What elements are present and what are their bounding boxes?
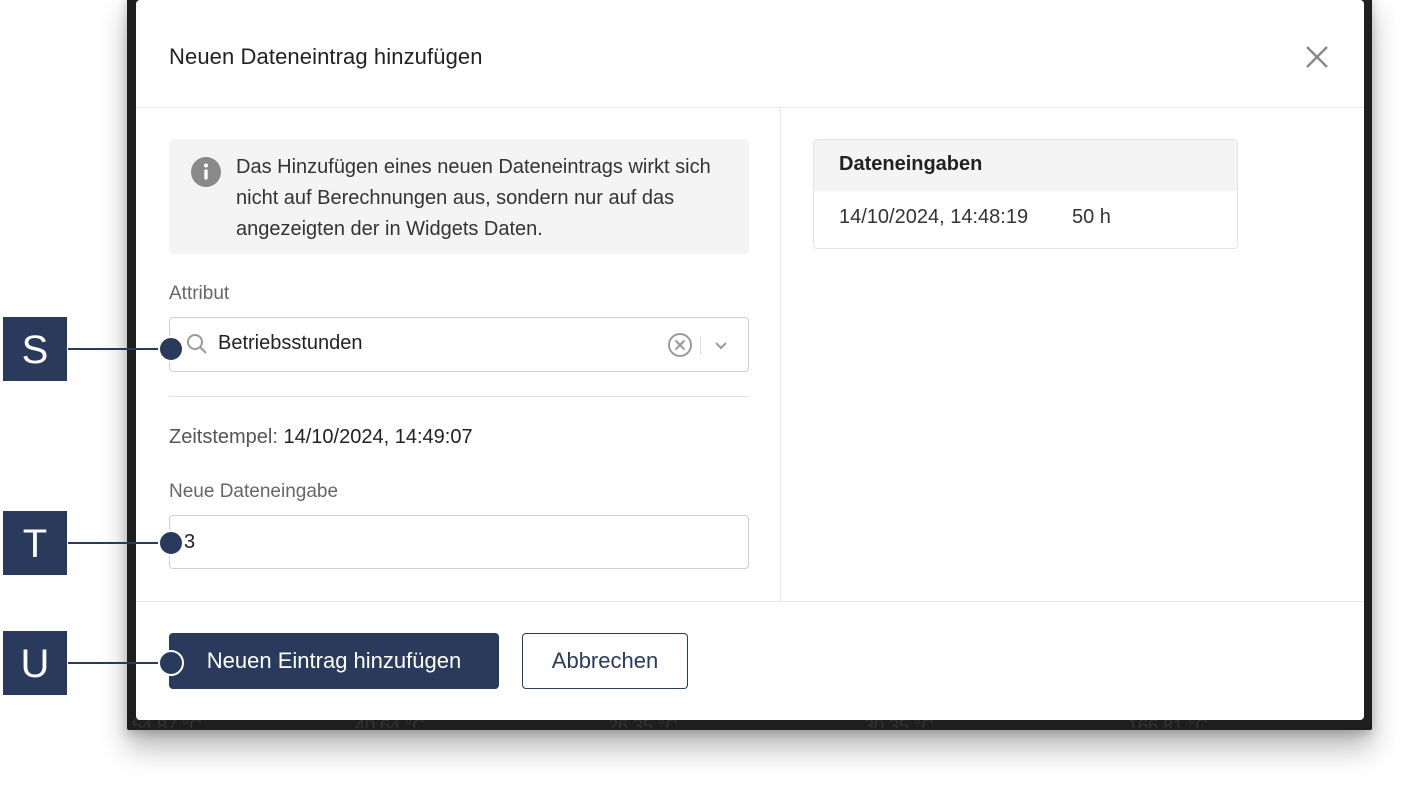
callout-dot — [158, 336, 184, 362]
attribute-label: Attribut — [169, 283, 230, 304]
entries-header: Dateneingaben — [814, 140, 1237, 191]
callout-dot — [158, 650, 184, 676]
search-icon — [184, 331, 210, 357]
close-icon[interactable] — [1304, 44, 1330, 70]
list-item: 14/10/2024, 14:48:19 50 h — [814, 191, 1237, 248]
dialog-title: Neuen Dateneintrag hinzufügen — [169, 44, 483, 69]
callout-marker-u: U — [2, 630, 68, 696]
entry-value: 50 h — [1072, 206, 1111, 228]
attribute-select-value: Betriebsstunden — [218, 332, 363, 354]
new-entry-input[interactable] — [169, 515, 749, 569]
new-entry-label: Neue Dateneingabe — [169, 481, 339, 502]
info-icon — [190, 156, 222, 188]
dialog-footer: Neuen Eintrag hinzufügen Abbrechen — [136, 601, 1364, 720]
callout-line — [68, 348, 160, 350]
timestamp: Zeitstempel: 14/10/2024, 14:49:07 — [169, 426, 473, 449]
divider — [169, 396, 749, 397]
dialog-header: Neuen Dateneintrag hinzufügen — [136, 0, 1364, 108]
select-separator — [700, 336, 701, 354]
screenshot-stage: 54,87 °C 40,64 °C 26,35 °C 30,35 °C 166,… — [0, 0, 1416, 796]
form-column: Das Hinzufügen eines neuen Dateneintrags… — [136, 108, 781, 601]
attribute-select[interactable]: Betriebsstunden — [169, 317, 749, 372]
callout-line — [68, 662, 160, 664]
callout-dot — [158, 530, 184, 556]
callout-marker-t: T — [2, 510, 68, 576]
timestamp-label: Zeitstempel: — [169, 426, 278, 448]
callout-marker-s: S — [2, 316, 68, 382]
entry-time: 14/10/2024, 14:48:19 — [839, 206, 1029, 228]
clear-icon[interactable] — [667, 332, 693, 358]
info-text: Das Hinzufügen eines neuen Dateneintrags… — [236, 156, 711, 240]
info-notice: Das Hinzufügen eines neuen Dateneintrags… — [169, 139, 749, 254]
chevron-down-icon[interactable] — [710, 334, 732, 356]
add-data-entry-dialog: Neuen Dateneintrag hinzufügen Das Hinzuf… — [136, 0, 1364, 720]
cancel-button[interactable]: Abbrechen — [522, 633, 688, 689]
timestamp-value: 14/10/2024, 14:49:07 — [283, 426, 473, 448]
entries-panel: Dateneingaben 14/10/2024, 14:48:19 50 h — [813, 139, 1238, 249]
callout-line — [68, 542, 160, 544]
add-entry-button[interactable]: Neuen Eintrag hinzufügen — [169, 633, 499, 689]
entries-header-label: Dateneingaben — [839, 153, 983, 175]
